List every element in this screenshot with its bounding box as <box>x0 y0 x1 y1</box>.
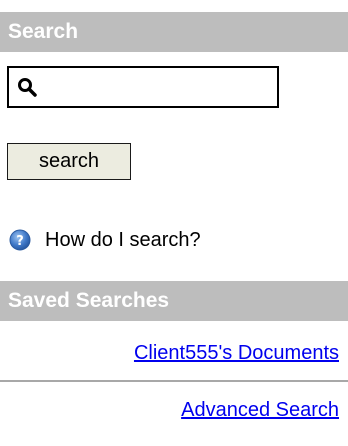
magnifier-icon <box>18 78 37 97</box>
search-section-header: Search <box>0 12 348 52</box>
saved-searches-header: Saved Searches <box>0 281 348 321</box>
help-link[interactable]: ? How do I search? <box>9 227 201 253</box>
help-icon[interactable]: ? <box>9 229 31 251</box>
svg-text:?: ? <box>16 234 24 249</box>
divider <box>0 380 348 382</box>
saved-search-item-link[interactable]: Client555's Documents <box>134 342 339 365</box>
help-text[interactable]: How do I search? <box>45 229 201 252</box>
advanced-search-link[interactable]: Advanced Search <box>181 399 339 422</box>
search-input[interactable] <box>43 72 271 102</box>
search-field[interactable] <box>7 66 279 108</box>
search-button[interactable]: search <box>7 143 131 180</box>
